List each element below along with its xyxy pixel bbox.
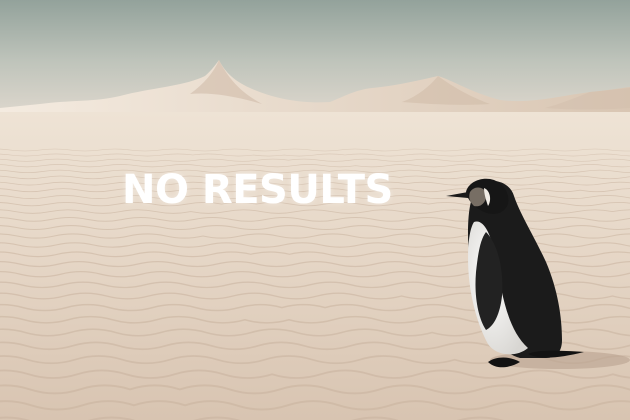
no-results-message: NO RESULTS	[122, 167, 393, 213]
empty-state-scene: NO RESULTS	[0, 0, 630, 420]
sky	[0, 0, 630, 112]
